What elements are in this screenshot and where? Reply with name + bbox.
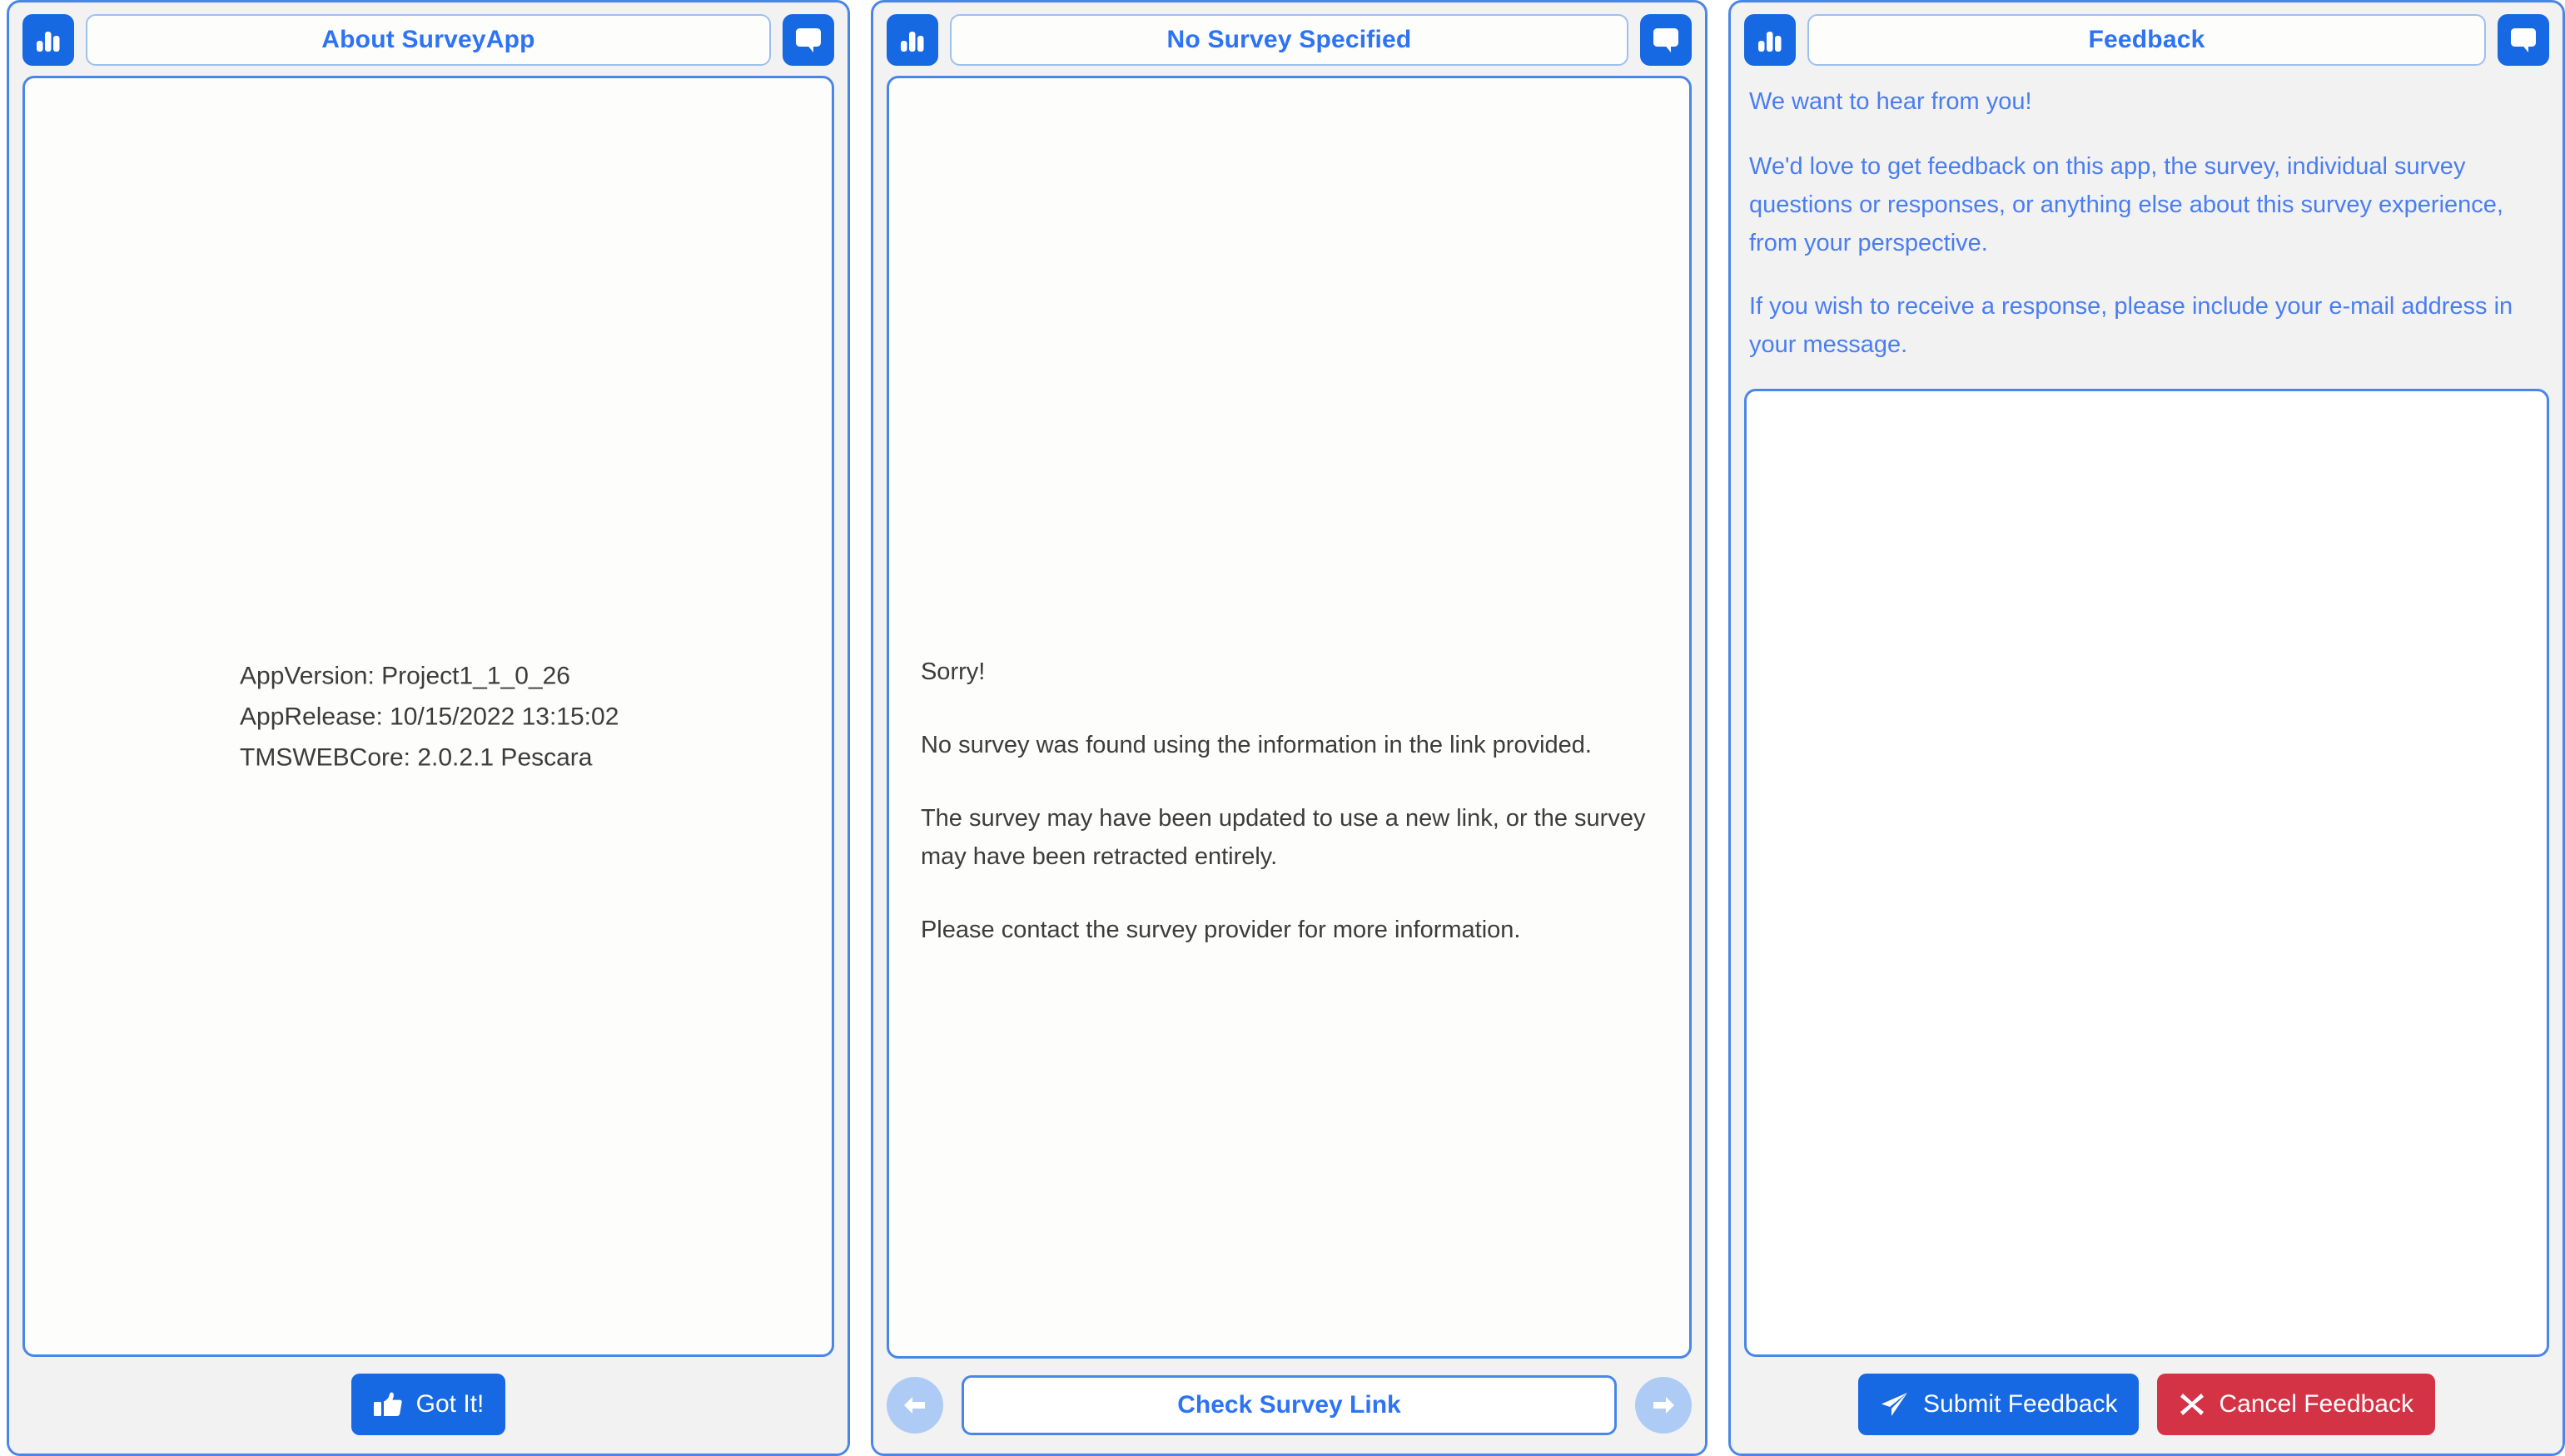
feedback-intro-line: If you wish to receive a response, pleas… xyxy=(1748,293,2513,358)
tmswebcore-line: TMSWEBCore: 2.0.2.1 Pescara xyxy=(240,743,593,771)
cancel-feedback-label: Cancel Feedback xyxy=(2219,1390,2413,1418)
check-survey-link-label: Check Survey Link xyxy=(1177,1391,1401,1419)
survey-message-line: Sorry! xyxy=(920,658,986,685)
survey-message-line: The survey may have been updated to use … xyxy=(920,805,1646,870)
about-panel: About SurveyApp AppVersion: Project1_1_0… xyxy=(7,0,850,1456)
page-title: About SurveyApp xyxy=(321,26,535,53)
arrow-left-icon[interactable] xyxy=(886,1377,943,1434)
got-it-button[interactable]: Got It! xyxy=(350,1374,506,1435)
feedback-intro-line: We want to hear from you! xyxy=(1748,88,2032,115)
submit-feedback-button[interactable]: Submit Feedback xyxy=(1858,1374,2140,1435)
about-content-card: AppVersion: Project1_1_0_26 AppRelease: … xyxy=(22,76,834,1357)
app-version-line: AppVersion: Project1_1_0_26 xyxy=(240,662,570,689)
arrow-right-icon[interactable] xyxy=(1634,1377,1692,1434)
about-panel-header: About SurveyApp xyxy=(9,2,848,76)
survey-content-card: Sorry! No survey was found using the inf… xyxy=(886,76,1692,1359)
feedback-panel: Feedback We want to hear from you! We'd … xyxy=(1727,0,2565,1456)
paper-plane-icon xyxy=(1880,1390,1910,1419)
feedback-panel-footer: Submit Feedback Cancel Feedback xyxy=(1730,1357,2563,1454)
feedback-textarea[interactable] xyxy=(1743,389,2549,1357)
feedback-panel-header: Feedback xyxy=(1731,2,2563,76)
feedback-title-box: Feedback xyxy=(1807,14,2486,66)
close-x-icon xyxy=(2179,1391,2205,1418)
feedback-body: We want to hear from you! We'd love to g… xyxy=(1731,76,2563,1357)
speech-bubble-icon[interactable] xyxy=(782,14,834,66)
about-title-box: About SurveyApp xyxy=(86,14,771,66)
bar-chart-icon[interactable] xyxy=(22,14,74,66)
feedback-intro-block: We want to hear from you! We'd love to g… xyxy=(1744,76,2549,389)
about-panel-footer: Got It! xyxy=(9,1357,848,1454)
survey-panel: No Survey Specified Sorry! No survey was… xyxy=(870,0,1708,1456)
survey-message-block: Sorry! No survey was found using the inf… xyxy=(921,653,1658,949)
survey-message-line: Please contact the survey provider for m… xyxy=(920,917,1521,943)
feedback-intro-line: We'd love to get feedback on this app, t… xyxy=(1748,153,2503,256)
cancel-feedback-button[interactable]: Cancel Feedback xyxy=(2157,1374,2435,1435)
survey-title-box: No Survey Specified xyxy=(949,14,1628,66)
got-it-label: Got It! xyxy=(415,1390,485,1418)
speech-bubble-icon[interactable] xyxy=(2498,14,2549,66)
thumbs-up-icon xyxy=(373,1391,403,1418)
bar-chart-icon[interactable] xyxy=(1743,14,1796,66)
submit-feedback-label: Submit Feedback xyxy=(1923,1390,2118,1418)
speech-bubble-icon[interactable] xyxy=(1639,14,1692,66)
bar-chart-icon[interactable] xyxy=(886,14,938,66)
page-title: No Survey Specified xyxy=(1166,26,1412,53)
app-screen: About SurveyApp AppVersion: Project1_1_0… xyxy=(0,0,2565,1456)
survey-message-line: No survey was found using the informatio… xyxy=(920,732,1592,758)
survey-panel-header: No Survey Specified xyxy=(873,2,1705,76)
check-survey-link-button[interactable]: Check Survey Link xyxy=(961,1375,1617,1435)
about-version-block: AppVersion: Project1_1_0_26 AppRelease: … xyxy=(25,655,832,778)
app-release-line: AppRelease: 10/15/2022 13:15:02 xyxy=(240,703,619,730)
survey-panel-footer: Check Survey Link xyxy=(872,1359,1705,1454)
page-title: Feedback xyxy=(2088,26,2205,53)
